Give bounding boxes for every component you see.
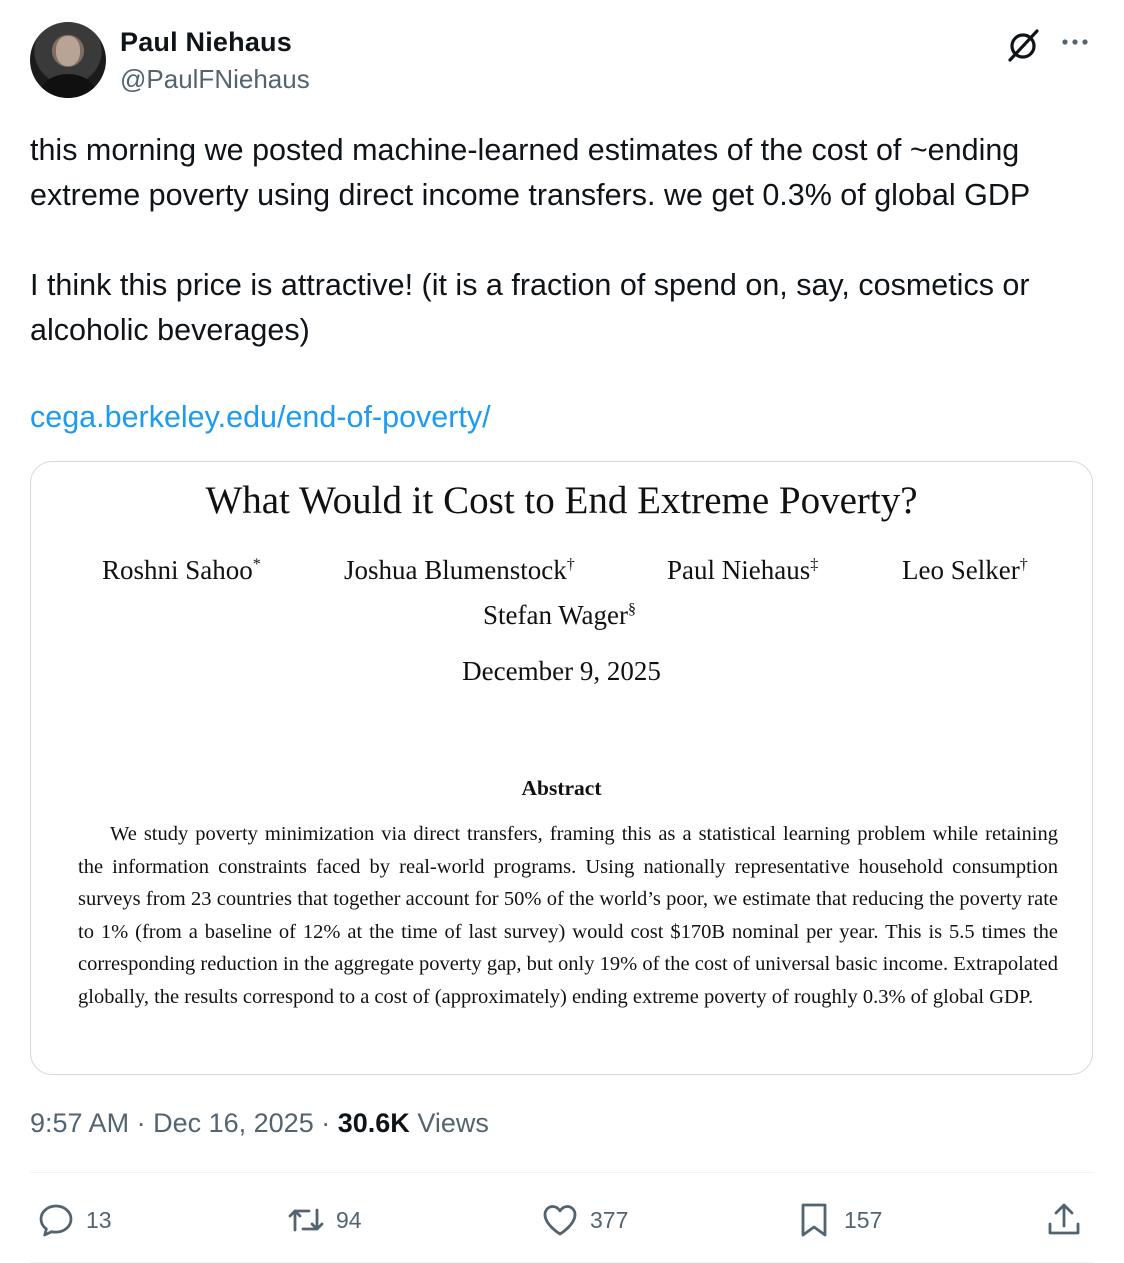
- like-icon: [543, 1205, 577, 1236]
- tweet-link[interactable]: cega.berkeley.edu/end-of-poverty/: [30, 395, 491, 440]
- tweet-time[interactable]: 9:57 AM: [30, 1108, 129, 1138]
- tweet-date[interactable]: Dec 16, 2025: [153, 1108, 314, 1138]
- paper-image-card[interactable]: What Would it Cost to End Extreme Povert…: [30, 461, 1093, 1075]
- like-count: 377: [590, 1206, 629, 1233]
- bookmark-button[interactable]: 157: [794, 1198, 882, 1242]
- share-button[interactable]: [1044, 1198, 1094, 1242]
- repost-count: 94: [336, 1206, 362, 1233]
- like-button[interactable]: 377: [540, 1198, 628, 1242]
- abstract-heading: Abstract: [521, 776, 602, 800]
- paper-author: Paul Niehaus‡: [667, 555, 819, 585]
- grok-icon[interactable]: [1004, 26, 1042, 64]
- avatar[interactable]: [30, 22, 106, 98]
- more-icon[interactable]: [1058, 30, 1092, 54]
- repost-icon: [288, 1208, 324, 1232]
- share-icon: [1048, 1203, 1080, 1235]
- author-name[interactable]: Paul Niehaus: [120, 27, 292, 58]
- tweet-meta: 9:57 AM · Dec 16, 2025 · 30.6K Views: [30, 1108, 489, 1138]
- bookmark-icon: [801, 1203, 827, 1237]
- divider: [30, 1172, 1093, 1173]
- views-label: Views: [417, 1108, 489, 1138]
- paper-author: Roshni Sahoo*: [102, 555, 261, 585]
- views-count: 30.6K: [337, 1108, 410, 1138]
- repost-button[interactable]: 94: [286, 1198, 362, 1242]
- paper-date: December 9, 2025: [462, 656, 661, 686]
- reply-count: 13: [86, 1206, 112, 1233]
- paper-title: What Would it Cost to End Extreme Povert…: [205, 479, 918, 522]
- paper-author: Joshua Blumenstock†: [344, 555, 575, 585]
- bookmark-count: 157: [844, 1206, 883, 1233]
- reply-button[interactable]: 13: [36, 1198, 112, 1242]
- author-handle[interactable]: @PaulFNiehaus: [120, 64, 310, 95]
- paper-author: Leo Selker†: [902, 555, 1028, 585]
- tweet-paragraph-1: this morning we posted machine-learned e…: [30, 133, 1031, 212]
- reply-icon: [39, 1204, 73, 1237]
- paper-author: Stefan Wager§: [483, 600, 637, 630]
- tweet-paragraph-2: I think this price is attractive! (it is…: [30, 268, 1030, 347]
- abstract-text: We study poverty minimization via direct…: [78, 823, 1058, 1008]
- tweet-text: this morning we posted machine-learned e…: [30, 128, 1100, 353]
